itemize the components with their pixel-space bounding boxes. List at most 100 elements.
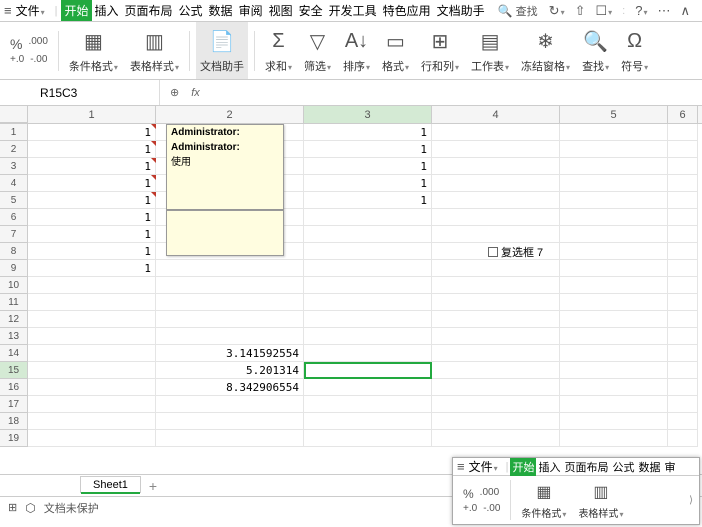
col-header-5[interactable]: 5 xyxy=(560,106,668,123)
cell[interactable] xyxy=(28,277,156,294)
checkbox-control[interactable]: 复选框 7 xyxy=(488,244,543,260)
file-menu[interactable]: 文件 xyxy=(16,2,45,19)
cell[interactable] xyxy=(156,413,304,430)
tab-view[interactable]: 视图 xyxy=(266,0,296,21)
cell[interactable] xyxy=(432,396,560,413)
cell[interactable] xyxy=(304,396,432,413)
inc-decimal[interactable]: +.0 xyxy=(463,503,477,514)
cell[interactable]: 1 xyxy=(28,158,156,175)
cell[interactable] xyxy=(432,362,560,379)
tab-formula[interactable]: 公式 xyxy=(610,458,636,476)
tab-insert[interactable]: 插入 xyxy=(92,0,122,21)
cell[interactable] xyxy=(432,430,560,447)
cell[interactable] xyxy=(432,124,560,141)
cell[interactable] xyxy=(28,430,156,447)
table-style-button[interactable]: ▥ 表格样式 xyxy=(574,476,627,524)
menu-icon[interactable]: ≡ xyxy=(4,3,12,18)
tab-formula[interactable]: 公式 xyxy=(176,0,206,21)
cell[interactable] xyxy=(304,362,432,379)
cell[interactable]: 1 xyxy=(304,158,432,175)
cell[interactable] xyxy=(668,362,698,379)
dec-decimal[interactable]: -.00 xyxy=(30,54,47,65)
file-menu[interactable]: 文件 xyxy=(469,458,498,475)
overflow-icon[interactable]: ⟩ xyxy=(689,495,693,506)
cell[interactable] xyxy=(156,396,304,413)
tab-review[interactable]: 审阅 xyxy=(236,0,266,21)
find-button[interactable]: 🔍 查找 xyxy=(578,22,613,79)
comment-marker[interactable] xyxy=(151,124,156,129)
cell[interactable] xyxy=(304,243,432,260)
comment-marker[interactable] xyxy=(151,192,156,197)
cell[interactable] xyxy=(432,175,560,192)
tab-data[interactable]: 数据 xyxy=(636,458,662,476)
cell[interactable] xyxy=(668,413,698,430)
sum-button[interactable]: Σ 求和 xyxy=(261,22,296,79)
share-icon[interactable]: ⇧ xyxy=(575,3,586,19)
cell[interactable]: 1 xyxy=(28,243,156,260)
add-sheet-button[interactable]: + xyxy=(149,478,157,494)
col-header-3[interactable]: 3 xyxy=(304,106,432,123)
cell[interactable] xyxy=(28,413,156,430)
cell[interactable]: 1 xyxy=(28,124,156,141)
cell[interactable]: 1 xyxy=(304,141,432,158)
checkbox-box[interactable] xyxy=(488,247,498,257)
row-header[interactable]: 4 xyxy=(0,175,28,192)
cell[interactable] xyxy=(28,345,156,362)
tab-review[interactable]: 审 xyxy=(662,458,677,476)
cell[interactable] xyxy=(432,260,560,277)
cell[interactable] xyxy=(156,430,304,447)
cell[interactable] xyxy=(156,260,304,277)
dec-decimal[interactable]: -.00 xyxy=(483,503,500,514)
cell[interactable] xyxy=(668,379,698,396)
cell[interactable]: 1 xyxy=(28,226,156,243)
cell[interactable]: 1 xyxy=(28,209,156,226)
name-box[interactable]: R15C3 xyxy=(0,80,160,105)
cell[interactable] xyxy=(560,226,668,243)
layout-icon[interactable]: ⊞ xyxy=(8,501,17,514)
comment-marker[interactable] xyxy=(151,175,156,180)
cell[interactable]: 1 xyxy=(304,124,432,141)
cell[interactable] xyxy=(560,294,668,311)
row-header[interactable]: 12 xyxy=(0,311,28,328)
row-header[interactable]: 17 xyxy=(0,396,28,413)
cell[interactable] xyxy=(560,430,668,447)
col-header-6[interactable]: 6 xyxy=(668,106,698,123)
cell[interactable] xyxy=(432,277,560,294)
doc-helper-button[interactable]: 📄 文档助手 xyxy=(196,22,248,79)
cell[interactable] xyxy=(304,277,432,294)
cell[interactable]: 1 xyxy=(304,175,432,192)
cell[interactable] xyxy=(668,226,698,243)
cell[interactable] xyxy=(432,328,560,345)
percent-button[interactable]: % xyxy=(10,36,22,52)
cell[interactable]: 1 xyxy=(28,175,156,192)
cell[interactable] xyxy=(668,124,698,141)
cell[interactable] xyxy=(28,328,156,345)
cell[interactable] xyxy=(560,158,668,175)
cell[interactable] xyxy=(304,260,432,277)
cell[interactable] xyxy=(28,396,156,413)
cells[interactable]: Administrator: Administrator: 使用 复选框 7 1… xyxy=(28,124,698,447)
cell[interactable] xyxy=(432,413,560,430)
comment-marker[interactable] xyxy=(151,158,156,163)
cell[interactable]: 1 xyxy=(28,260,156,277)
cell[interactable] xyxy=(560,396,668,413)
comment-marker[interactable] xyxy=(151,141,156,146)
cell[interactable]: 5.201314 xyxy=(156,362,304,379)
cell[interactable] xyxy=(304,328,432,345)
row-header[interactable]: 1 xyxy=(0,124,28,141)
cell[interactable] xyxy=(432,345,560,362)
cell[interactable] xyxy=(304,345,432,362)
cell[interactable] xyxy=(668,311,698,328)
cell[interactable] xyxy=(304,294,432,311)
row-header[interactable]: 14 xyxy=(0,345,28,362)
row-header[interactable]: 11 xyxy=(0,294,28,311)
cell[interactable] xyxy=(432,158,560,175)
cell[interactable] xyxy=(560,379,668,396)
menu-icon[interactable]: ≡ xyxy=(457,459,465,474)
cell[interactable] xyxy=(432,379,560,396)
cell[interactable] xyxy=(304,379,432,396)
col-header-2[interactable]: 2 xyxy=(156,106,304,123)
row-header[interactable]: 18 xyxy=(0,413,28,430)
filter-button[interactable]: ▽ 筛选 xyxy=(300,22,335,79)
cell[interactable] xyxy=(668,328,698,345)
